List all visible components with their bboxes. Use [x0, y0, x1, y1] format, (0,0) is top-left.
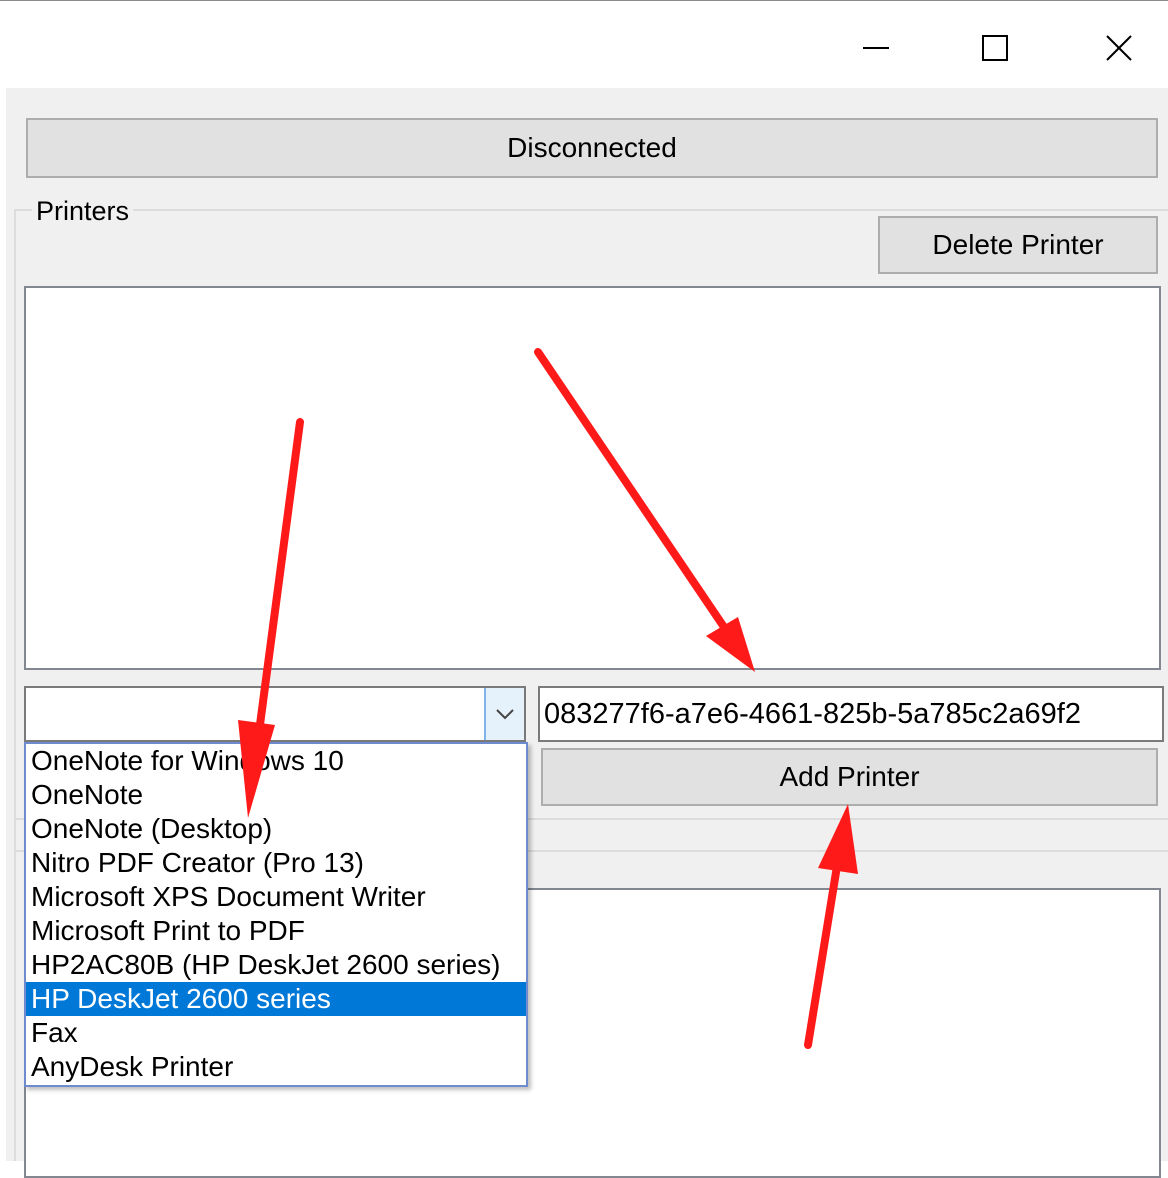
arrow-to-dropdown: [238, 418, 304, 818]
arrow-to-add-button: [804, 804, 858, 1049]
arrow-to-id-field: [534, 348, 755, 672]
annotation-arrows: [238, 348, 858, 1049]
